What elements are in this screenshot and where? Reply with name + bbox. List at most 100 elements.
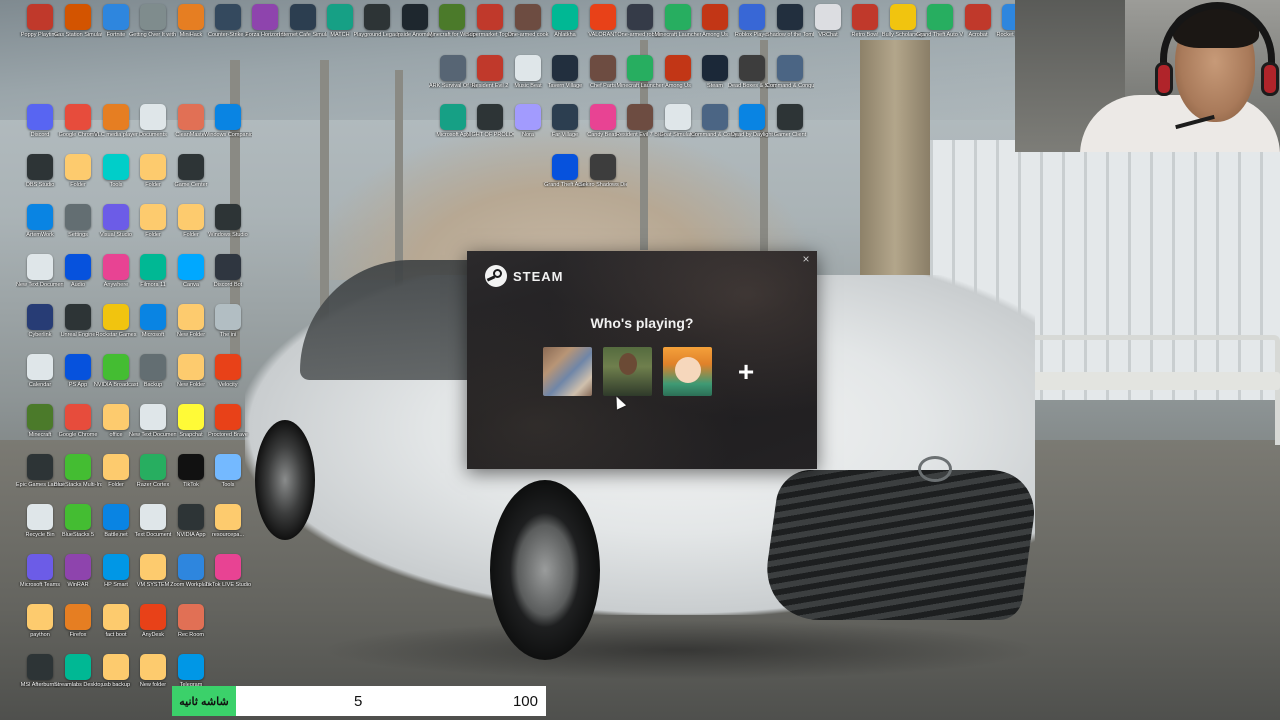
desktop-icon[interactable]: PS App — [58, 354, 98, 402]
desktop-icon[interactable]: Minecraft for Windows — [428, 4, 476, 52]
desktop-icon[interactable]: Grand Theft Auto — [544, 154, 586, 202]
desktop-icon[interactable]: Dead by Daylight — [731, 104, 773, 152]
desktop-icon[interactable]: AnyDesk — [133, 604, 173, 652]
desktop-icon[interactable]: Steam — [695, 55, 735, 103]
desktop-icon[interactable]: VLC media player — [94, 104, 138, 152]
desktop-icon[interactable]: Audio — [58, 254, 98, 302]
desktop-icon[interactable]: New Folder — [171, 354, 211, 402]
desktop-icon[interactable]: Folder — [133, 154, 173, 202]
desktop-icon[interactable]: Battle.net — [96, 504, 136, 552]
desktop-icon[interactable]: WinRAR — [58, 554, 98, 602]
desktop-icon[interactable]: Recycle Bin — [20, 504, 60, 552]
desktop-icon[interactable]: Sekiro Shadows Die Twice — [579, 154, 627, 202]
desktop-icon[interactable]: Inside Anomaly — [395, 4, 435, 52]
desktop-icon[interactable]: resourcepa... — [208, 504, 248, 552]
desktop-icon[interactable]: Bully Scholarship — [882, 4, 924, 52]
desktop-icon[interactable]: Ahlatkha — [545, 4, 585, 52]
desktop-icon[interactable]: Discord Bot — [208, 254, 248, 302]
desktop-icon[interactable]: Playground Legacy — [353, 4, 401, 52]
desktop-icon[interactable]: fact boot — [96, 604, 136, 652]
desktop-icon[interactable]: Acrobat — [958, 4, 998, 52]
desktop-icon[interactable]: Supermarket Together — [466, 4, 514, 52]
desktop-icon[interactable]: Nora — [508, 104, 548, 152]
desktop-icon[interactable]: Google Chrome — [58, 404, 98, 452]
desktop-icon[interactable]: HP Smart — [96, 554, 136, 602]
desktop-icon[interactable]: CleanMaster — [171, 104, 211, 152]
desktop-icon[interactable]: MiniHack — [171, 4, 211, 52]
desktop-icon[interactable]: TikTok — [171, 454, 211, 502]
desktop-icon[interactable]: Zoom Workplace — [170, 554, 212, 602]
desktop-icon[interactable]: NVIDIA App — [171, 504, 211, 552]
desktop-icon[interactable]: Cyberlink — [20, 304, 60, 352]
desktop-icon[interactable]: Streamlabs Desktop — [54, 654, 102, 702]
desktop-icon[interactable]: Shadow of the Tomb — [766, 4, 814, 52]
desktop-icon[interactable]: Among Us — [695, 4, 735, 52]
desktop-icon[interactable]: Dead Boxes & Shadows — [728, 55, 776, 103]
desktop-icon[interactable]: Discord — [20, 104, 60, 152]
desktop-icon[interactable]: New folder — [133, 654, 173, 702]
desktop-icon[interactable]: Folder — [96, 454, 136, 502]
desktop-icon[interactable]: Folder — [171, 204, 211, 252]
desktop-icon[interactable]: Getting Over It with Bennett — [129, 4, 177, 52]
desktop-icon[interactable]: Calendar — [20, 354, 60, 402]
desktop-icon[interactable]: Folder — [58, 154, 98, 202]
profile-avatar-1[interactable] — [543, 347, 592, 396]
profile-avatar-2[interactable] — [603, 347, 652, 396]
desktop-icon[interactable]: Snapchat — [171, 404, 211, 452]
desktop-icon[interactable]: Microsoft Teams — [20, 554, 60, 602]
desktop-icon[interactable]: BlueStacks 5 — [58, 504, 98, 552]
desktop-icon[interactable]: Tools — [96, 154, 136, 202]
profile-avatar-3[interactable] — [663, 347, 712, 396]
desktop-icon[interactable]: Counter-Strike 2 — [208, 4, 248, 52]
desktop-icon[interactable]: Music Beat — [508, 55, 548, 103]
desktop-icon[interactable]: Windows Companion — [204, 104, 252, 152]
desktop-icon[interactable]: Unreal Engine — [58, 304, 98, 352]
desktop-icon[interactable]: Proctored Brave — [208, 404, 248, 452]
desktop-icon[interactable]: Windows Studio — [208, 204, 248, 252]
desktop-icon[interactable]: Microsoft — [133, 304, 173, 352]
desktop-icon[interactable]: Epic Games Launcher — [16, 454, 64, 502]
desktop-icon[interactable]: Internet Cafe Simulator 2 — [279, 4, 327, 52]
desktop-icon[interactable]: Far Village — [545, 104, 585, 152]
desktop-icon[interactable]: Goat Simulator — [658, 104, 698, 152]
desktop-icon[interactable]: Backup — [133, 354, 173, 402]
desktop-icon[interactable]: Grand Theft Auto V Legacy — [916, 4, 964, 52]
desktop-icon[interactable]: Rec Room — [171, 604, 211, 652]
desktop-icon[interactable]: Chef Parts — [583, 55, 623, 103]
desktop-icon[interactable]: Forza Horizon 5 — [245, 4, 285, 52]
desktop-icon[interactable]: NVIDIA Broadcast — [94, 354, 138, 402]
desktop-icon[interactable]: Fortnite — [96, 4, 136, 52]
desktop-icon[interactable]: NIGHT OF PROLOGUE — [466, 104, 514, 152]
desktop-icon[interactable]: Minecraft Launcher — [616, 55, 664, 103]
desktop-icon[interactable]: Documents — [133, 104, 173, 152]
desktop-icon[interactable]: Canva — [171, 254, 211, 302]
desktop-icon[interactable]: TikTok LIVE Studio — [205, 554, 251, 602]
desktop-icon[interactable]: Google Chrome — [58, 104, 98, 152]
desktop-icon[interactable]: office — [96, 404, 136, 452]
close-icon[interactable]: × — [799, 252, 813, 266]
desktop-icon[interactable]: One-armed robber — [617, 4, 663, 52]
desktop-icon[interactable]: VRChat — [808, 4, 848, 52]
desktop-icon[interactable]: Rockstar Games — [96, 304, 136, 352]
desktop-icon[interactable]: paython — [20, 604, 60, 652]
desktop-icon[interactable]: Gamer Client — [770, 104, 810, 152]
desktop-icon[interactable]: Candy Beats — [583, 104, 623, 152]
desktop-icon[interactable]: OBS Studio — [20, 154, 60, 202]
desktop-icon[interactable]: Command & Conquer — [766, 55, 814, 103]
desktop-icon[interactable]: New Text Document — [129, 404, 177, 452]
desktop-icon[interactable]: Microsoft App — [433, 104, 473, 152]
desktop-icon[interactable]: Command & Conquer Gen — [691, 104, 739, 152]
desktop-icon[interactable]: Resident Evil 2 — [470, 55, 510, 103]
desktop-icon[interactable]: One-armed cook — [508, 4, 548, 52]
desktop-icon[interactable]: BlueStacks Multi-Instance — [54, 454, 102, 502]
desktop-icon[interactable]: Visual Studio — [96, 204, 136, 252]
desktop-icon[interactable]: ARK Survival Of the Fittest — [429, 55, 477, 103]
desktop-icon[interactable]: Razer Cortex — [133, 454, 173, 502]
desktop-icon[interactable]: Folder — [133, 204, 173, 252]
desktop-icon[interactable]: MATCH — [320, 4, 360, 52]
desktop-icon[interactable]: Resident Evil 7 Biohazard — [616, 104, 664, 152]
desktop-icon[interactable]: Minecraft — [20, 404, 60, 452]
desktop-icon[interactable]: Settings — [58, 204, 98, 252]
desktop-icon[interactable]: MSI Afterburner — [20, 654, 60, 702]
desktop-icon[interactable]: Velocity — [208, 354, 248, 402]
